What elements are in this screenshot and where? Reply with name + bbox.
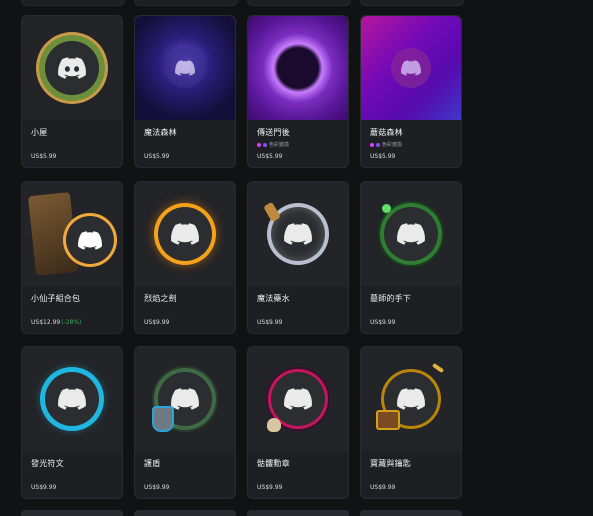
product-art [361, 182, 461, 286]
discount-label: (-28%) [61, 319, 82, 326]
product-card-flame-sword[interactable]: 烈焰之劍 US$9.99 [134, 181, 236, 334]
product-name: 魔法森林 [144, 128, 177, 137]
product-name: 小仙子組合包 [31, 294, 81, 303]
product-price: US$5.99 [257, 153, 283, 160]
color-dots-icon [370, 142, 374, 147]
discord-logo-icon [171, 388, 199, 410]
color-variant-badge: 色彩變換 [370, 141, 402, 148]
product-card-skull-medal[interactable]: 骷髏勳章 US$9.99 [247, 346, 349, 499]
next-row-card-edge [21, 510, 123, 516]
avatar-preview [376, 362, 445, 430]
product-card-treasure-and-key[interactable]: 寶藏與鑰匙 US$9.99 [360, 346, 462, 499]
product-card-magic-potion[interactable]: 魔法藥水 US$9.99 [247, 181, 349, 334]
product-art [22, 16, 122, 120]
product-art [135, 182, 235, 286]
discord-logo-icon [58, 57, 86, 79]
avatar-preview [165, 48, 205, 88]
discord-logo-icon [397, 223, 425, 245]
previous-row-card-edge [21, 0, 125, 6]
avatar-preview [158, 207, 212, 261]
product-card-glowing-runes[interactable]: 發光符文 US$9.99 [21, 346, 123, 499]
product-card-mushroom-forest[interactable]: 蘑菇森林 色彩變換 US$5.99 [360, 15, 462, 168]
avatar-preview [66, 216, 114, 264]
avatar-preview [152, 372, 212, 432]
previous-row-card-edge [360, 0, 464, 6]
product-name: 傳送門後 [257, 128, 290, 137]
discord-logo-icon [171, 223, 199, 245]
discord-logo-icon [284, 388, 312, 410]
next-row-card-edge [134, 510, 236, 516]
product-card-shield[interactable]: 護盾 US$9.99 [134, 346, 236, 499]
product-art [361, 347, 461, 451]
product-price: US$5.99 [144, 153, 170, 160]
product-price: US$9.99 [31, 484, 57, 491]
slime-blob [382, 204, 391, 213]
product-name: 墓師的手下 [370, 294, 411, 303]
product-price: US$9.99 [257, 319, 283, 326]
next-row-card-edge [247, 510, 349, 516]
product-price: US$9.99 [257, 484, 283, 491]
discord-logo-icon [175, 60, 195, 76]
product-name: 護盾 [144, 459, 161, 468]
product-card-fairy-bundle[interactable]: 小仙子組合包 US$12.99(-28%) [21, 181, 123, 334]
product-card-magic-forest[interactable]: 魔法森林 US$5.99 [134, 15, 236, 168]
discord-logo-icon [284, 223, 312, 245]
product-name: 發光符文 [31, 459, 64, 468]
avatar-preview [391, 48, 431, 88]
avatar-preview [45, 372, 99, 426]
previous-row-card-edge [134, 0, 238, 6]
key-icon [431, 362, 445, 374]
product-art [248, 347, 348, 451]
product-name: 骷髏勳章 [257, 459, 290, 468]
product-card-through-portal[interactable]: 傳送門後 色彩變換 US$5.99 [247, 15, 349, 168]
treasure-chest-icon [376, 410, 400, 430]
product-art [22, 347, 122, 451]
product-price: US$9.99 [144, 484, 170, 491]
avatar-preview [45, 41, 99, 95]
product-name: 小屋 [31, 128, 48, 137]
product-art [361, 16, 461, 120]
product-art [248, 16, 348, 120]
avatar-preview [263, 201, 325, 261]
discord-logo-icon [58, 388, 86, 410]
skull-icon [267, 418, 281, 432]
potion-cork [263, 201, 281, 223]
color-variant-badge: 色彩變換 [257, 141, 289, 148]
product-art [248, 182, 348, 286]
product-art [135, 16, 235, 120]
product-price: US$9.99 [370, 319, 396, 326]
product-art [135, 347, 235, 451]
product-price: US$9.99 [144, 319, 170, 326]
product-price: US$12.99(-28%) [31, 319, 82, 326]
product-name: 寶藏與鑰匙 [370, 459, 411, 468]
product-name: 蘑菇森林 [370, 128, 403, 137]
avatar-preview [267, 372, 325, 432]
avatar-preview [382, 204, 438, 261]
product-price: US$9.99 [370, 484, 396, 491]
discord-logo-icon [401, 60, 421, 76]
product-price: US$5.99 [31, 153, 57, 160]
product-price: US$5.99 [370, 153, 396, 160]
discord-logo-icon [397, 388, 425, 410]
product-name: 魔法藥水 [257, 294, 290, 303]
shield-icon [152, 406, 174, 432]
next-row-card-edge [360, 510, 462, 516]
previous-row-card-edge [247, 0, 351, 6]
discord-logo-icon [78, 230, 102, 250]
product-card-cottage[interactable]: 小屋 US$5.99 [21, 15, 123, 168]
product-card-tomb-minion[interactable]: 墓師的手下 US$9.99 [360, 181, 462, 334]
product-name: 烈焰之劍 [144, 294, 177, 303]
product-art [22, 182, 122, 286]
color-dots-icon [257, 142, 261, 147]
